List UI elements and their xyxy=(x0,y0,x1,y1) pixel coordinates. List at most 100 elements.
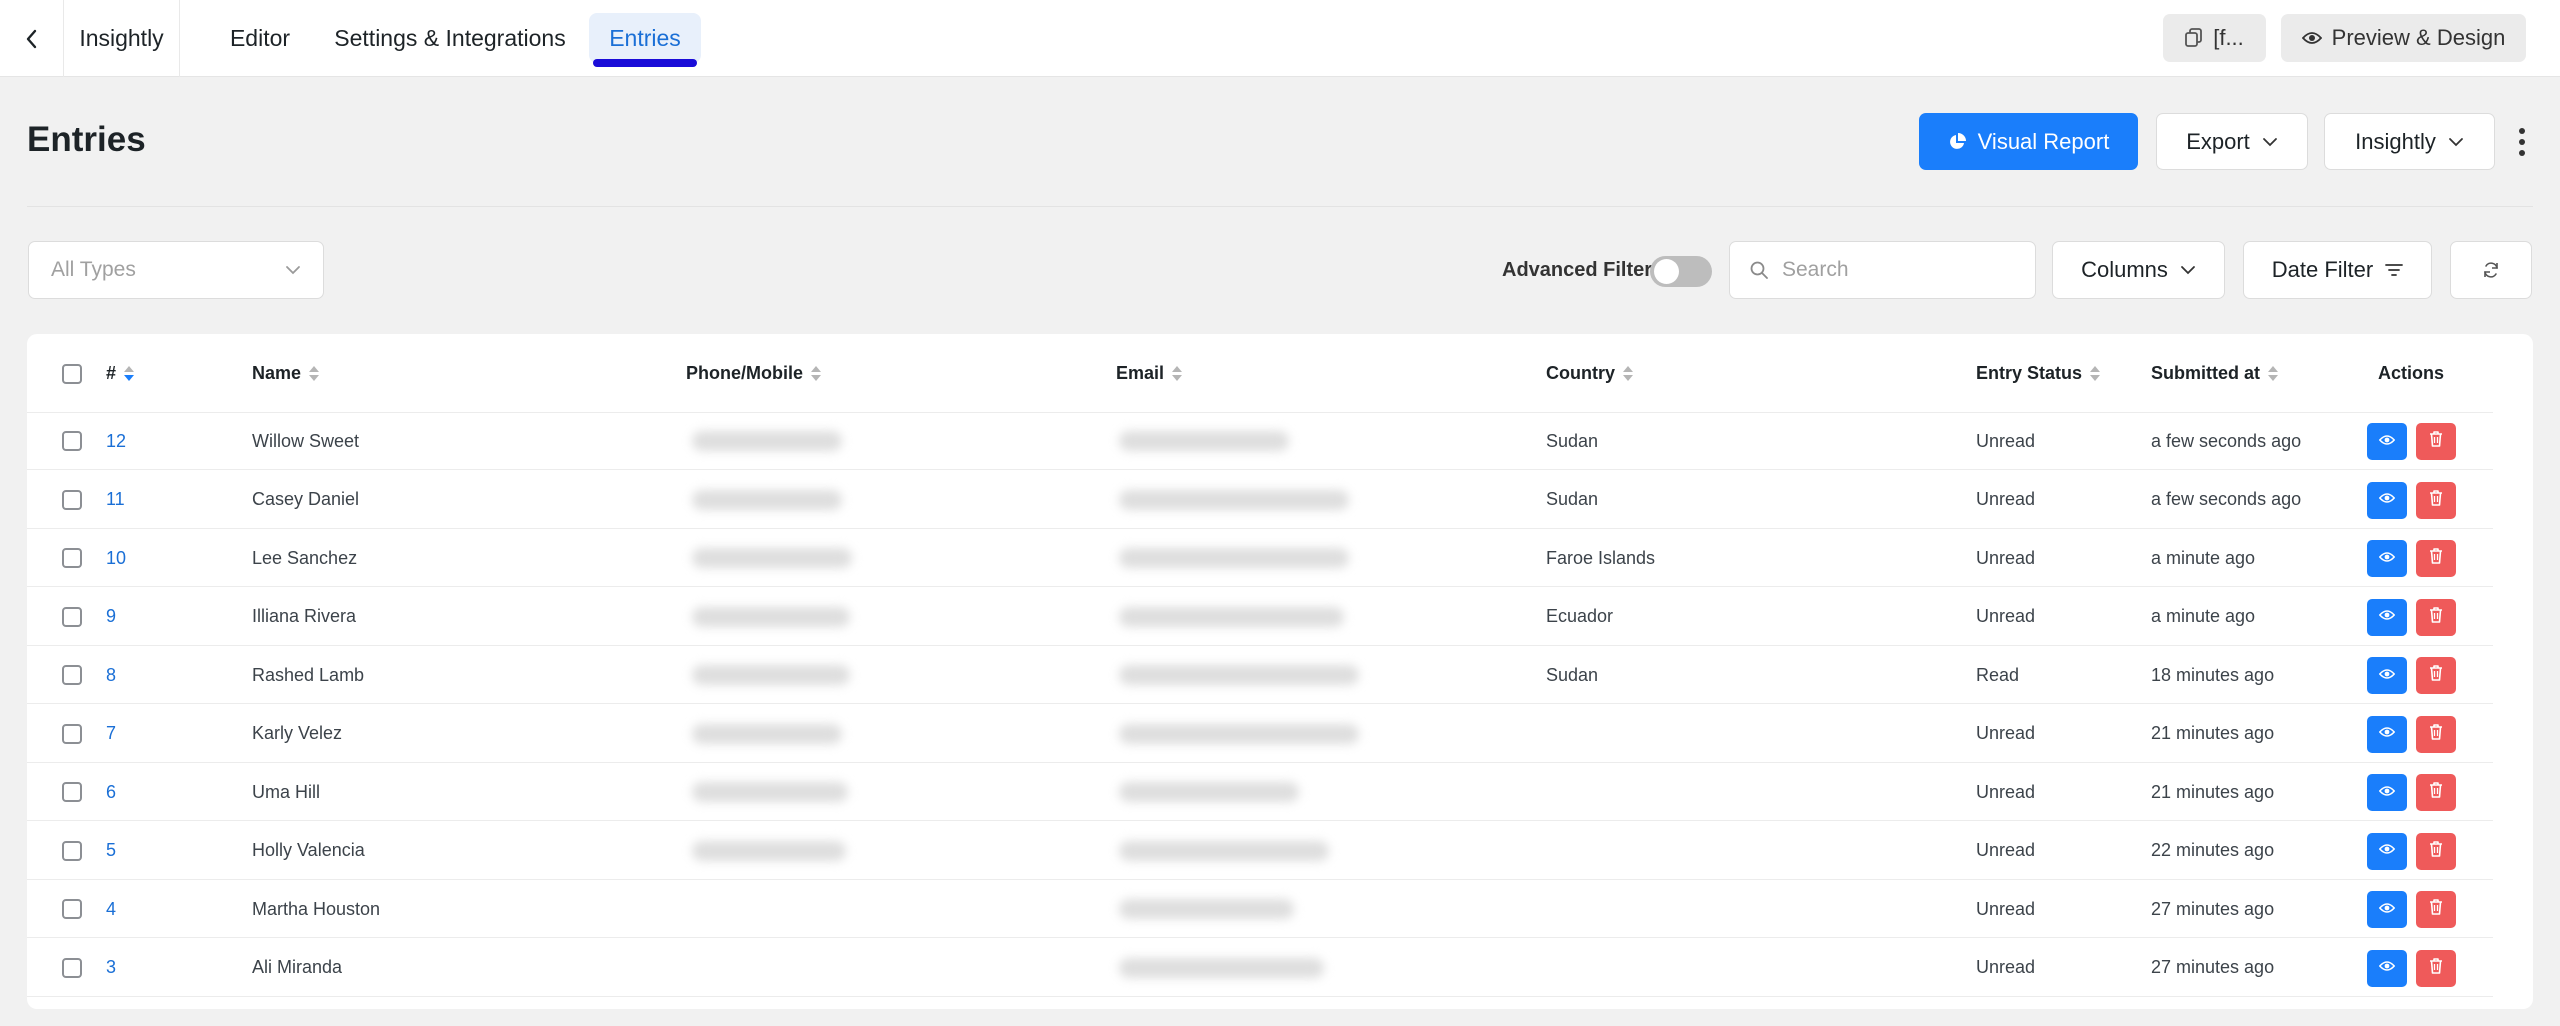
search-input[interactable] xyxy=(1782,258,2012,282)
view-entry-button[interactable] xyxy=(2367,540,2407,577)
redacted-email xyxy=(1119,606,1344,627)
entry-submitted-at: a minute ago xyxy=(2151,606,2256,626)
row-checkbox[interactable] xyxy=(62,723,82,744)
entry-id-link[interactable]: 11 xyxy=(106,471,125,529)
redacted-phone xyxy=(692,548,852,568)
entry-submitted-at: a minute ago xyxy=(2151,547,2256,568)
sort-icon[interactable] xyxy=(811,366,821,381)
column-header-country[interactable]: Country xyxy=(1546,363,1633,384)
trash-icon xyxy=(2429,665,2443,686)
delete-entry-button[interactable] xyxy=(2416,715,2456,753)
entry-id-link[interactable]: 3 xyxy=(106,939,116,997)
view-entry-button[interactable] xyxy=(2367,598,2407,636)
tab-editor[interactable]: Editor xyxy=(220,13,300,63)
column-label: Email xyxy=(1116,363,1165,383)
column-header-entry-status[interactable]: Entry Status xyxy=(1976,363,2101,384)
row-checkbox[interactable] xyxy=(62,782,82,802)
table-row: 3 Ali Miranda Unread 27 minutes ago xyxy=(27,939,2493,997)
preview-design-button[interactable]: Preview & Design xyxy=(2281,14,2526,62)
entry-name: Casey Daniel xyxy=(252,489,360,509)
form-name[interactable]: Insightly xyxy=(64,0,180,77)
form-select-button[interactable]: Insightly xyxy=(2324,113,2495,170)
shortcode-button[interactable]: [f... xyxy=(2163,14,2266,62)
view-entry-button[interactable] xyxy=(2367,481,2407,519)
entry-id-link[interactable]: 6 xyxy=(106,763,116,821)
tab-settings-integrations[interactable]: Settings & Integrations xyxy=(322,13,578,63)
entry-status: Unread xyxy=(1976,781,2036,802)
table-row: 7 Karly Velez Unread 21 minutes ago xyxy=(27,705,2493,763)
column-header-email[interactable]: Email xyxy=(1116,363,1183,384)
entry-id-link[interactable]: 4 xyxy=(106,880,116,938)
row-checkbox[interactable] xyxy=(62,899,82,919)
delete-entry-button[interactable] xyxy=(2416,774,2456,811)
entry-id-link[interactable]: 7 xyxy=(106,705,116,763)
view-entry-button[interactable] xyxy=(2367,657,2407,694)
entry-id-link[interactable]: 10 xyxy=(106,529,126,587)
redacted-phone xyxy=(692,489,842,510)
search-field[interactable] xyxy=(1729,241,2036,299)
tab-entries[interactable]: Entries xyxy=(589,13,701,67)
entry-name: Willow Sweet xyxy=(252,430,360,451)
redacted-email xyxy=(1119,899,1294,919)
active-tab-indicator xyxy=(593,59,697,67)
visual-report-button[interactable]: Visual Report xyxy=(1919,113,2138,170)
entry-status: Unread xyxy=(1976,430,2036,451)
entry-id-link[interactable]: 5 xyxy=(106,822,116,880)
column-header-name[interactable]: Name xyxy=(252,363,320,384)
sort-icon[interactable] xyxy=(124,366,135,381)
delete-entry-button[interactable] xyxy=(2416,891,2456,928)
delete-entry-button[interactable] xyxy=(2416,423,2456,460)
eye-icon xyxy=(2378,842,2396,860)
view-entry-button[interactable] xyxy=(2367,891,2407,928)
row-checkbox[interactable] xyxy=(62,489,82,510)
refresh-button[interactable] xyxy=(2450,241,2532,299)
date-filter-label: Date Filter xyxy=(2271,257,2374,282)
sort-icon[interactable] xyxy=(1623,366,1633,381)
eye-icon xyxy=(2378,725,2396,743)
columns-button[interactable]: Columns xyxy=(2052,241,2225,299)
delete-entry-button[interactable] xyxy=(2416,481,2456,519)
sort-icon[interactable] xyxy=(2090,366,2101,381)
back-button[interactable] xyxy=(0,0,64,77)
row-checkbox[interactable] xyxy=(62,606,82,627)
row-checkbox[interactable] xyxy=(62,548,82,568)
row-checkbox[interactable] xyxy=(62,957,82,978)
view-entry-button[interactable] xyxy=(2367,715,2407,753)
row-checkbox[interactable] xyxy=(62,840,82,861)
entry-status: Unread xyxy=(1976,957,2036,977)
view-entry-button[interactable] xyxy=(2367,774,2407,811)
delete-entry-button[interactable] xyxy=(2416,598,2456,636)
advanced-filter-toggle[interactable] xyxy=(1650,256,1712,287)
sort-icon[interactable] xyxy=(1172,366,1183,381)
select-all-checkbox[interactable] xyxy=(62,364,82,384)
delete-entry-button[interactable] xyxy=(2416,540,2456,577)
column-label: Entry Status xyxy=(1976,363,2083,383)
delete-entry-button[interactable] xyxy=(2416,949,2456,987)
delete-entry-button[interactable] xyxy=(2416,657,2456,694)
eye-icon xyxy=(2378,433,2396,451)
view-entry-button[interactable] xyxy=(2367,949,2407,987)
delete-entry-button[interactable] xyxy=(2416,832,2456,870)
entry-country: Ecuador xyxy=(1546,606,1614,626)
chevron-down-icon xyxy=(286,266,300,275)
redacted-email xyxy=(1119,957,1324,978)
row-checkbox[interactable] xyxy=(62,431,82,451)
row-checkbox[interactable] xyxy=(62,665,82,685)
column-label: Actions xyxy=(2378,363,2445,383)
column-header-submitted-at[interactable]: Submitted at xyxy=(2151,363,2279,384)
entry-id-link[interactable]: 8 xyxy=(106,646,116,704)
entry-id-link[interactable]: 12 xyxy=(106,412,126,470)
more-options-icon[interactable] xyxy=(2510,124,2534,160)
export-button[interactable]: Export xyxy=(2156,113,2308,170)
column-header-id[interactable]: # xyxy=(106,363,135,384)
table-row: 9 Illiana Rivera Ecuador Unread a minute ago xyxy=(27,588,2493,646)
entry-id-link[interactable]: 9 xyxy=(106,588,116,646)
date-filter-button[interactable]: Date Filter xyxy=(2243,241,2432,299)
sort-icon[interactable] xyxy=(2268,366,2279,381)
sort-icon[interactable] xyxy=(309,366,320,381)
view-entry-button[interactable] xyxy=(2367,423,2407,460)
entry-type-select[interactable]: All Types xyxy=(28,241,324,299)
view-entry-button[interactable] xyxy=(2367,832,2407,870)
entry-name: Illiana Rivera xyxy=(252,606,357,626)
column-header-phone[interactable]: Phone/Mobile xyxy=(686,363,821,384)
